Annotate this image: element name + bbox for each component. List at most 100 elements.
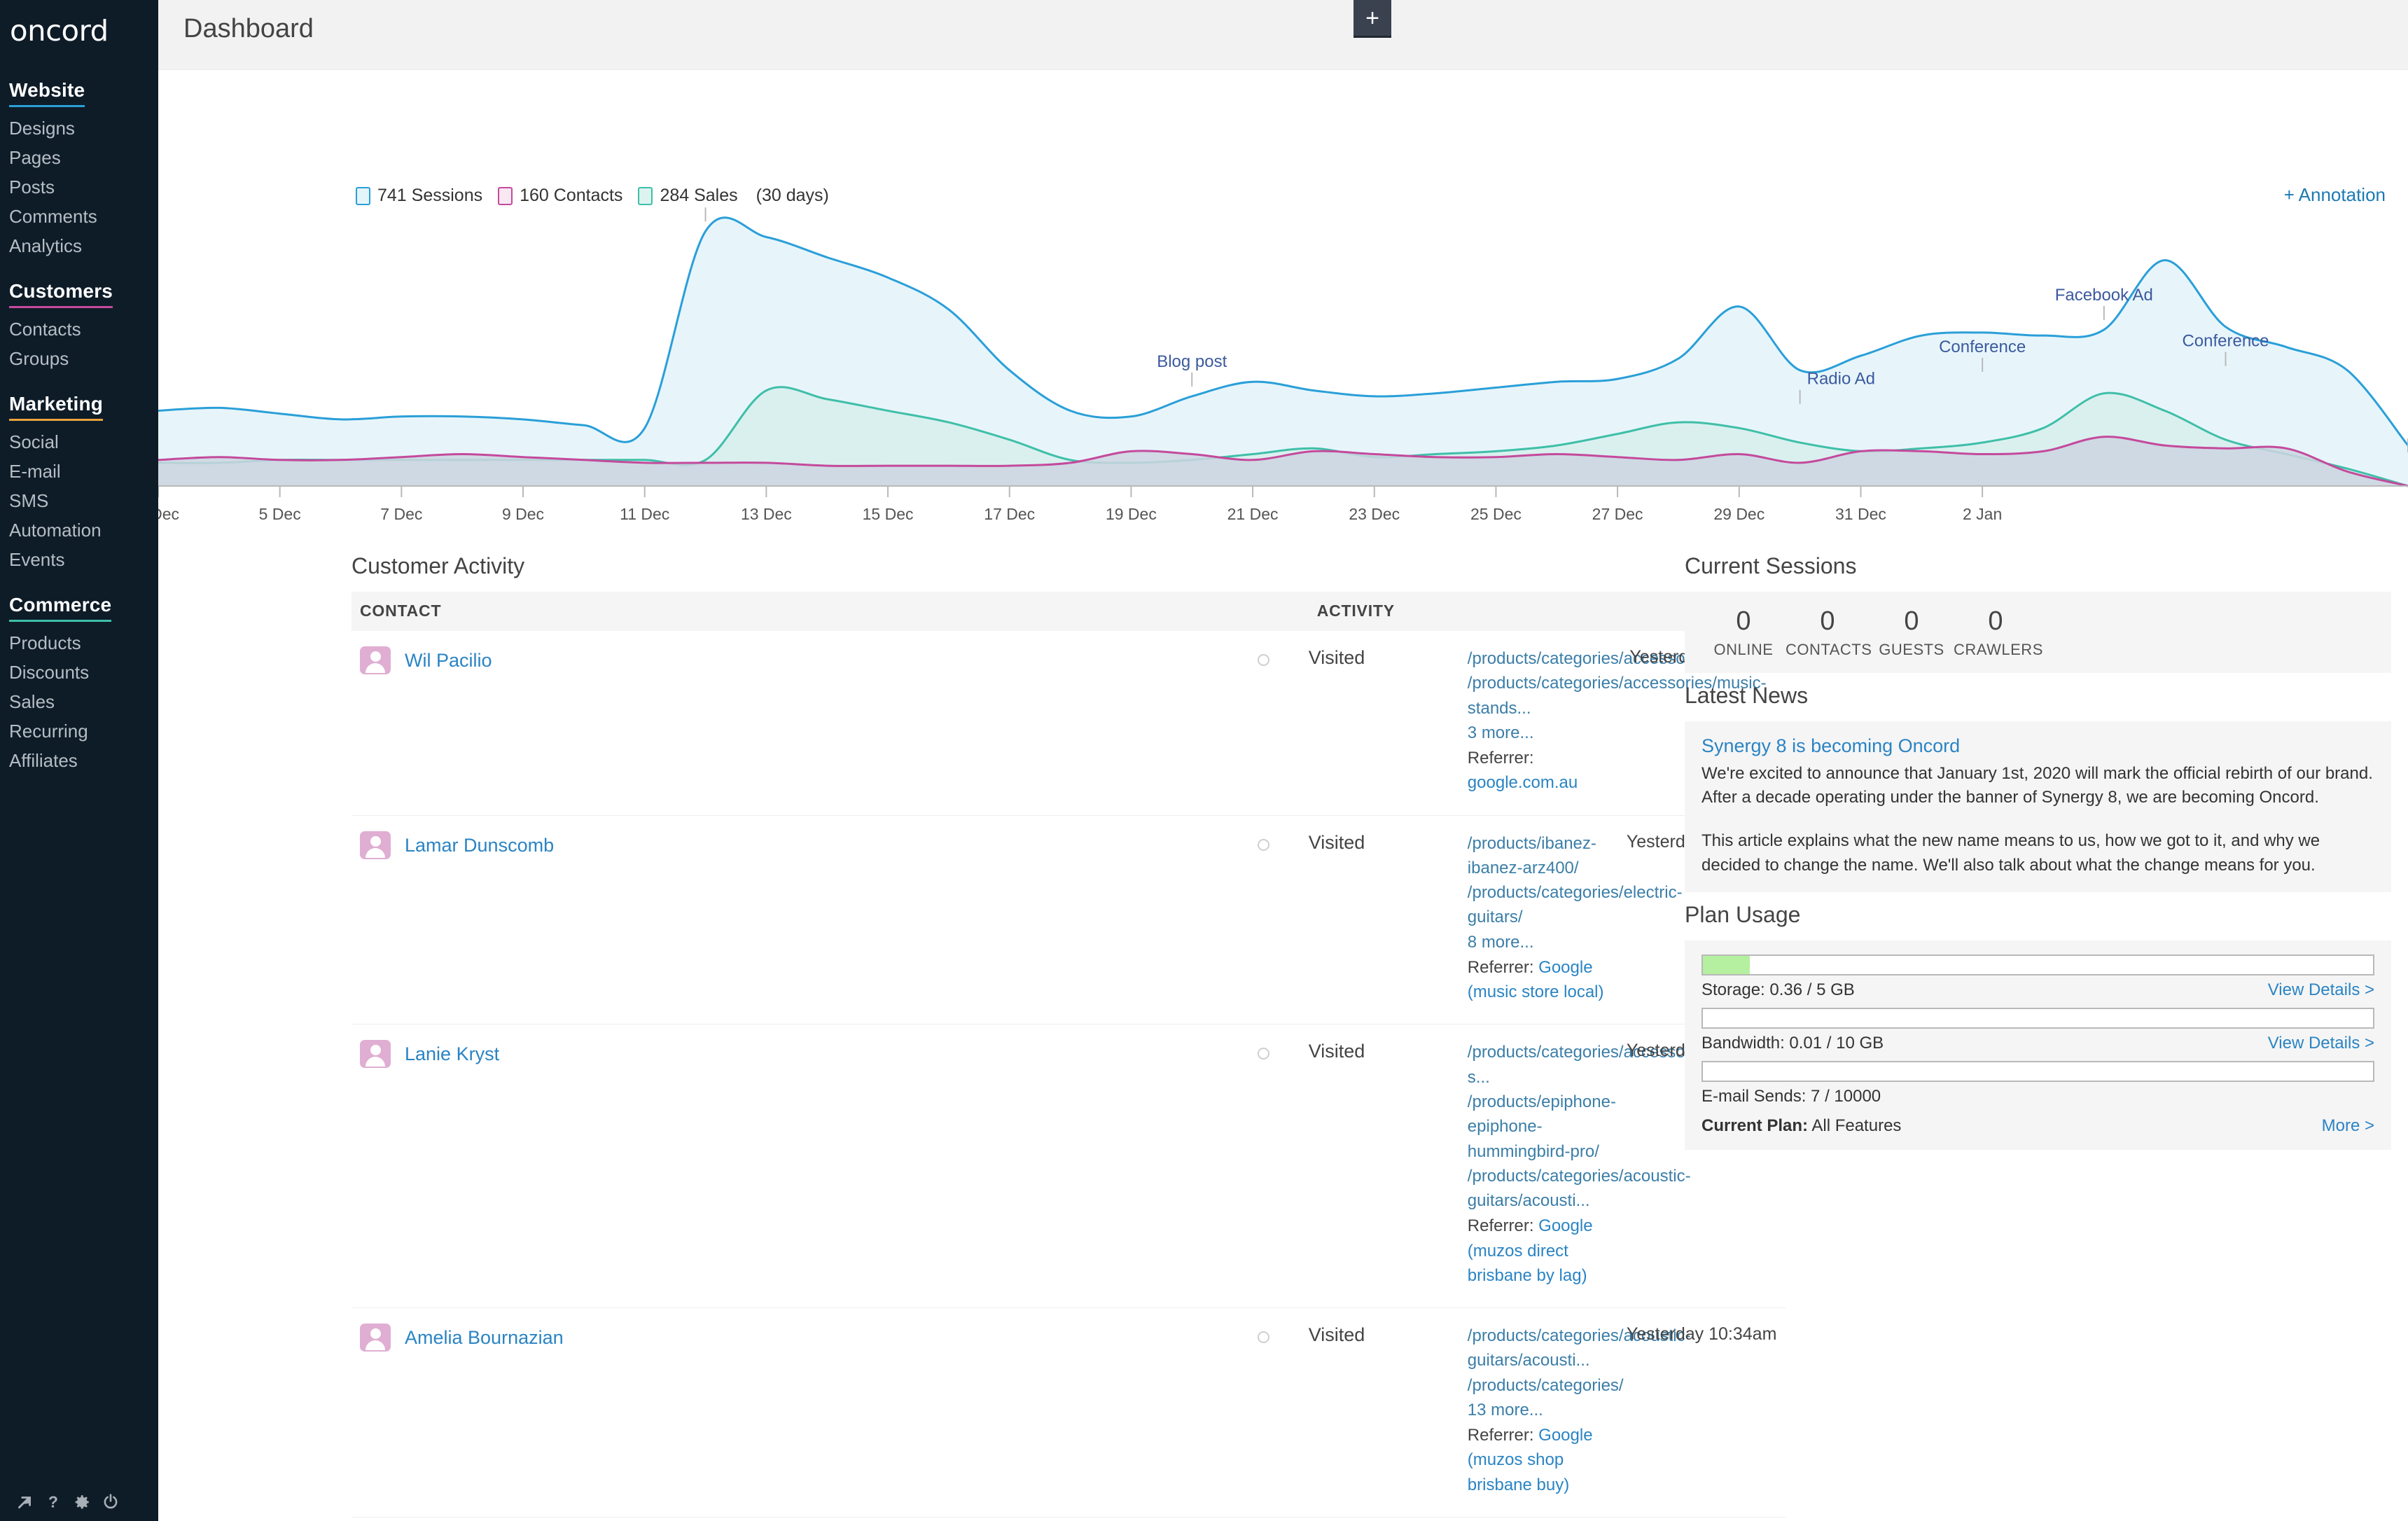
activity-label: Visited xyxy=(1309,631,1468,690)
more-paths-link[interactable]: 13 more... xyxy=(1468,1398,1627,1422)
usage-label: Storage: 0.36 / 5 GB xyxy=(1701,980,1855,1000)
legend-item-2[interactable]: 284 Sales xyxy=(638,186,737,206)
chart-annotation-label[interactable]: Conference xyxy=(2182,332,2269,351)
legend-swatch-icon xyxy=(498,187,513,205)
usage-row-2: E-mail Sends: 7 / 10000 xyxy=(1701,1087,2374,1106)
sidebar-item-discounts[interactable]: Discounts xyxy=(0,658,158,687)
chart-canvas[interactable]: 3 Dec5 Dec7 Dec9 Dec11 Dec13 Dec15 Dec17… xyxy=(158,207,2408,557)
sidebar-item-events[interactable]: Events xyxy=(0,545,158,574)
table-row[interactable]: Breanna RullerVisited/products/categorie… xyxy=(352,1517,1786,1521)
visited-path-link[interactable]: /products/categories/accessories/instrum… xyxy=(1468,1040,1627,1090)
visited-path-link[interactable]: /products/categories/accessories/music-s… xyxy=(1468,671,1627,721)
sidebar-item-sales[interactable]: Sales xyxy=(0,687,158,716)
news-paragraph-2: This article explains what the new name … xyxy=(1701,829,2374,878)
activity-detail: /products/categories/acoustic-guitars/ac… xyxy=(1468,1308,1627,1517)
sidebar-heading-marketing: Marketing xyxy=(9,393,103,421)
sidebar-item-automation[interactable]: Automation xyxy=(0,515,158,545)
add-tab-button[interactable]: + xyxy=(1353,0,1391,38)
session-stat-contacts: 0CONTACTS xyxy=(1786,606,1870,659)
news-headline-link[interactable]: Synergy 8 is becoming Oncord xyxy=(1701,735,2374,757)
chart-annotation-label[interactable]: Blog post xyxy=(1157,352,1227,371)
external-link-icon[interactable] xyxy=(15,1493,34,1511)
sidebar-section-marketing: Marketing SocialE-mailSMSAutomationEvents xyxy=(0,375,158,574)
visited-path-link[interactable]: /products/ibanez-ibanez-arz400/ xyxy=(1468,831,1627,881)
cell-timeline xyxy=(1219,1308,1309,1517)
chart-x-tick-label: 17 Dec xyxy=(984,505,1035,523)
activity-detail: /products/categories/accessories/cool-st… xyxy=(1468,1517,1627,1521)
table-row[interactable]: Lamar Dunscomb Visited/products/ibanez-ib… xyxy=(352,815,1786,1025)
activity-label: Visited xyxy=(1309,816,1468,875)
timeline-dot-icon xyxy=(1258,1048,1269,1060)
brand-logo[interactable]: oncord xyxy=(0,0,158,60)
timeline-marker xyxy=(1219,839,1309,851)
gear-icon[interactable] xyxy=(73,1493,91,1511)
table-row[interactable]: Wil Pacilio Visited/products/categories/a… xyxy=(352,631,1786,815)
chart-annotation-label[interactable]: Facebook Ad xyxy=(2055,286,2153,305)
sidebar-item-posts[interactable]: Posts xyxy=(0,172,158,202)
usage-view-details-link[interactable]: View Details > xyxy=(2268,980,2374,1000)
usage-view-details-link[interactable]: View Details > xyxy=(2268,1034,2374,1053)
contact-name-link[interactable]: Amelia Bournazian xyxy=(405,1324,564,1352)
referrer-value-link[interactable]: google.com.au xyxy=(1468,773,1578,792)
add-annotation-link[interactable]: + Annotation xyxy=(2284,184,2386,206)
referrer-line: Referrer: Google (muzos shop brisbane bu… xyxy=(1468,1423,1627,1497)
session-stat-crawlers: 0CRAWLERS xyxy=(1954,606,2038,659)
activity-detail: /products/categories/accessories/instrum… xyxy=(1468,1025,1627,1307)
power-icon[interactable] xyxy=(102,1493,120,1511)
stat-label: ONLINE xyxy=(1701,641,1786,659)
sidebar-item-analytics[interactable]: Analytics xyxy=(0,231,158,261)
chart-annotation-label[interactable]: Radio Ad xyxy=(1807,370,1875,389)
contact-wrap: Breanna Ruller xyxy=(352,1517,1219,1521)
table-row[interactable]: Lanie KrystVisited/products/categories/a… xyxy=(352,1025,1786,1308)
sidebar-item-groups[interactable]: Groups xyxy=(0,344,158,373)
visited-path-link[interactable]: /products/categories/ xyxy=(1468,1373,1627,1398)
chart-x-tick-label: 5 Dec xyxy=(259,505,301,523)
contact-name-link[interactable]: Lamar Dunscomb xyxy=(405,831,554,859)
sidebar-item-social[interactable]: Social xyxy=(0,427,158,457)
more-paths-link[interactable]: 3 more... xyxy=(1468,721,1627,745)
sidebar-item-pages[interactable]: Pages xyxy=(0,143,158,172)
visited-path-link[interactable]: /products/categories/acoustic-guitars/ac… xyxy=(1468,1164,1627,1214)
chart-annotation-label[interactable]: Conference xyxy=(1939,338,2026,356)
legend-label: 741 Sessions xyxy=(377,186,482,206)
cell-activity-detail: /products/categories/acoustic-guitars/ac… xyxy=(1468,1308,1627,1517)
visited-path-link[interactable]: /products/categories/accessories/ xyxy=(1468,646,1627,671)
current-plan-text: Current Plan: All Features xyxy=(1701,1116,1901,1136)
visited-path-link[interactable]: /products/categories/electric-guitars/ xyxy=(1468,880,1627,930)
legend-label: 284 Sales xyxy=(660,186,737,206)
contact-name-link[interactable]: Wil Pacilio xyxy=(405,646,492,674)
sidebar-item-comments[interactable]: Comments xyxy=(0,202,158,231)
sidebar-item-recurring[interactable]: Recurring xyxy=(0,716,158,746)
stat-label: GUESTS xyxy=(1870,641,1954,659)
table-row[interactable]: Amelia Bournazian Visited/products/catego… xyxy=(352,1308,1786,1517)
contact-name-link[interactable]: Lanie Kryst xyxy=(405,1040,499,1068)
cell-contact: Lanie Kryst xyxy=(352,1025,1219,1308)
stat-value: 0 xyxy=(1870,606,1954,638)
sidebar-item-e-mail[interactable]: E-mail xyxy=(0,457,158,486)
sidebar-section-customers: CustomersContactsGroups xyxy=(0,262,158,373)
sidebar-item-products[interactable]: Products xyxy=(0,628,158,658)
visited-path-link[interactable]: /products/categories/acoustic-guitars/ac… xyxy=(1468,1324,1627,1373)
sidebar-item-designs[interactable]: Designs xyxy=(0,113,158,143)
chart-x-tick-label: 3 Dec xyxy=(158,505,179,523)
visited-path-link[interactable]: /products/epiphone-epiphone-hummingbird-… xyxy=(1468,1090,1627,1164)
chart-x-tick-label: 2 Jan xyxy=(1963,505,2002,523)
sidebar-section-commerce: CommerceProductsDiscountsSalesRecurringA… xyxy=(0,576,158,775)
usage-label: Bandwidth: 0.01 / 10 GB xyxy=(1701,1034,1884,1053)
plan-more-link[interactable]: More > xyxy=(2322,1116,2374,1136)
referrer-label: Referrer: xyxy=(1468,958,1538,977)
logo-text: oncord xyxy=(10,17,158,46)
cell-activity-detail: /products/categories/accessories/cool-st… xyxy=(1468,1517,1627,1521)
sidebar-item-affiliates[interactable]: Affiliates xyxy=(0,746,158,775)
plan-usage-title: Plan Usage xyxy=(1685,902,2391,928)
chart-x-tick-label: 25 Dec xyxy=(1470,505,1522,523)
sidebar-item-contacts[interactable]: Contacts xyxy=(0,314,158,344)
contact-wrap: Lamar Dunscomb xyxy=(352,816,1219,880)
legend-item-1[interactable]: 160 Contacts xyxy=(498,186,622,206)
legend-item-0[interactable]: 741 Sessions xyxy=(356,186,482,206)
more-paths-link[interactable]: 8 more... xyxy=(1468,930,1627,954)
activity-label: Visited xyxy=(1309,1308,1468,1367)
sidebar-item-sms[interactable]: SMS xyxy=(0,486,158,515)
stat-label: CONTACTS xyxy=(1786,641,1870,659)
help-icon[interactable]: ? xyxy=(44,1493,62,1511)
